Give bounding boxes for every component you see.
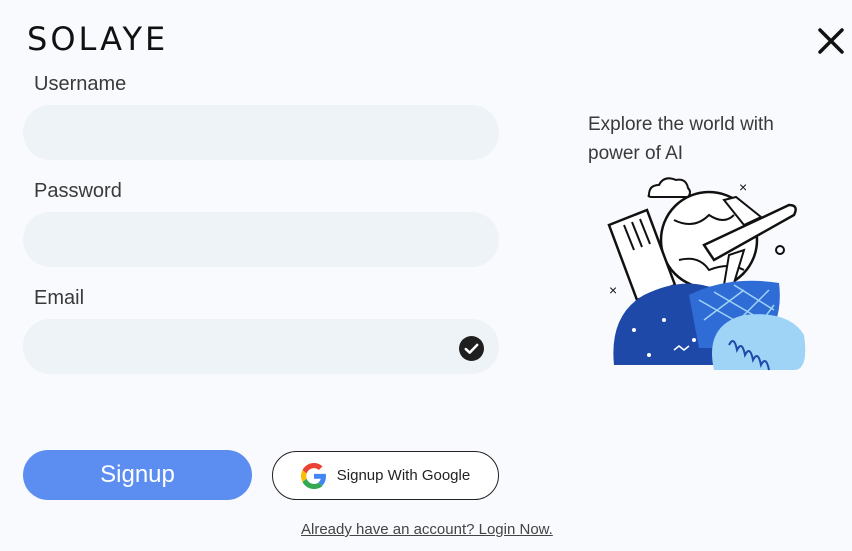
brand-logo: SOLAYE — [27, 20, 169, 58]
signup-button[interactable]: Signup — [23, 450, 252, 500]
tagline: Explore the world with power of AI — [588, 114, 774, 164]
google-signup-button[interactable]: Signup With Google — [272, 451, 499, 500]
email-input[interactable] — [23, 319, 499, 374]
close-icon[interactable] — [812, 22, 848, 58]
svg-text:×: × — [739, 179, 747, 195]
email-label: Email — [34, 287, 85, 309]
svg-text:×: × — [609, 282, 617, 298]
check-circle-icon — [459, 336, 484, 361]
username-input[interactable] — [23, 105, 499, 160]
login-link[interactable]: Already have an account? Login Now. — [301, 521, 553, 538]
travel-illustration: × × — [607, 177, 806, 371]
password-input[interactable] — [23, 212, 499, 267]
google-button-label: Signup With Google — [336, 467, 471, 484]
password-label: Password — [34, 180, 122, 202]
google-icon — [300, 462, 326, 489]
username-label: Username — [34, 73, 127, 95]
